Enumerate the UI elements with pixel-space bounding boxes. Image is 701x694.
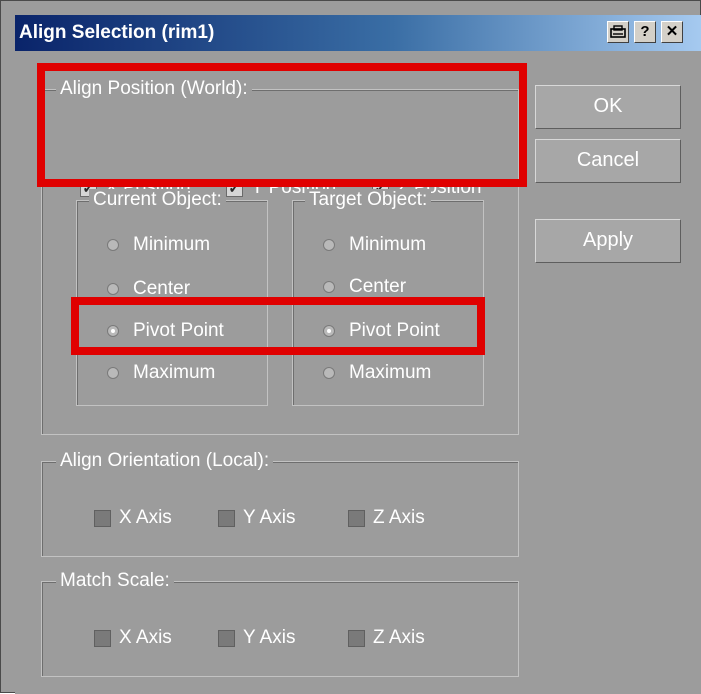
scale-y-axis-label: Y Axis [243,627,296,648]
current-maximum-label: Maximum [133,362,216,383]
current-minimum-radio[interactable]: Minimum [107,231,210,259]
current-maximum-radio[interactable]: Maximum [107,359,215,387]
target-minimum-radio[interactable]: Minimum [323,231,426,259]
highlight-pivot-point-row [71,297,485,355]
scale-x-axis-label: X Axis [119,627,172,648]
align-orientation-label: Align Orientation (Local): [56,450,274,472]
window-title: Align Selection (rim1) [19,22,215,43]
scale-y-axis-checkbox[interactable]: Y Axis [218,624,295,652]
radio-icon [323,239,335,251]
radio-icon [107,367,119,379]
match-scale-label: Match Scale: [56,570,174,592]
orient-y-axis-label: Y Axis [243,507,296,528]
cancel-button[interactable]: Cancel [535,139,681,183]
checkbox-icon [94,629,111,647]
ok-button[interactable]: OK [535,85,681,129]
close-button[interactable]: ✕ [661,21,683,43]
orient-x-axis-checkbox[interactable]: X Axis [94,504,172,532]
radio-icon [323,281,335,293]
checkbox-icon [348,629,365,647]
radio-icon [323,367,335,379]
scale-x-axis-checkbox[interactable]: X Axis [94,624,172,652]
target-maximum-label: Maximum [349,362,432,383]
align-selection-dialog: Align Selection (rim1) ? ✕ Align Positio… [0,0,701,694]
scale-z-axis-checkbox[interactable]: Z Axis [348,624,425,652]
scale-z-axis-label: Z Axis [373,627,425,648]
orient-x-axis-label: X Axis [119,507,172,528]
current-object-label: Current Object: [89,189,226,211]
target-minimum-label: Minimum [349,234,427,255]
checkbox-icon [218,629,235,647]
help-button[interactable]: ? [634,21,656,43]
orient-z-axis-label: Z Axis [373,507,425,528]
radio-icon [107,283,119,295]
pin-icon[interactable] [607,21,629,43]
orient-y-axis-checkbox[interactable]: Y Axis [218,504,295,532]
checkbox-icon [218,509,235,527]
orient-z-axis-checkbox[interactable]: Z Axis [348,504,425,532]
match-scale-group: Match Scale: X Axis Y Axis Z Axis [41,570,519,677]
highlight-position-checkboxes [37,63,527,187]
dialog-body: Align Position (World): ✓ X Position ✓ Y… [15,51,701,694]
title-bar[interactable]: Align Selection (rim1) ? ✕ [15,15,701,51]
radio-icon [107,239,119,251]
current-minimum-label: Minimum [133,234,211,255]
checkbox-icon [94,509,111,527]
target-object-label: Target Object: [305,189,432,211]
target-center-label: Center [349,276,407,297]
apply-button[interactable]: Apply [535,219,681,263]
target-maximum-radio[interactable]: Maximum [323,359,431,387]
align-orientation-group: Align Orientation (Local): X Axis Y Axis… [41,450,519,557]
checkbox-icon [348,509,365,527]
